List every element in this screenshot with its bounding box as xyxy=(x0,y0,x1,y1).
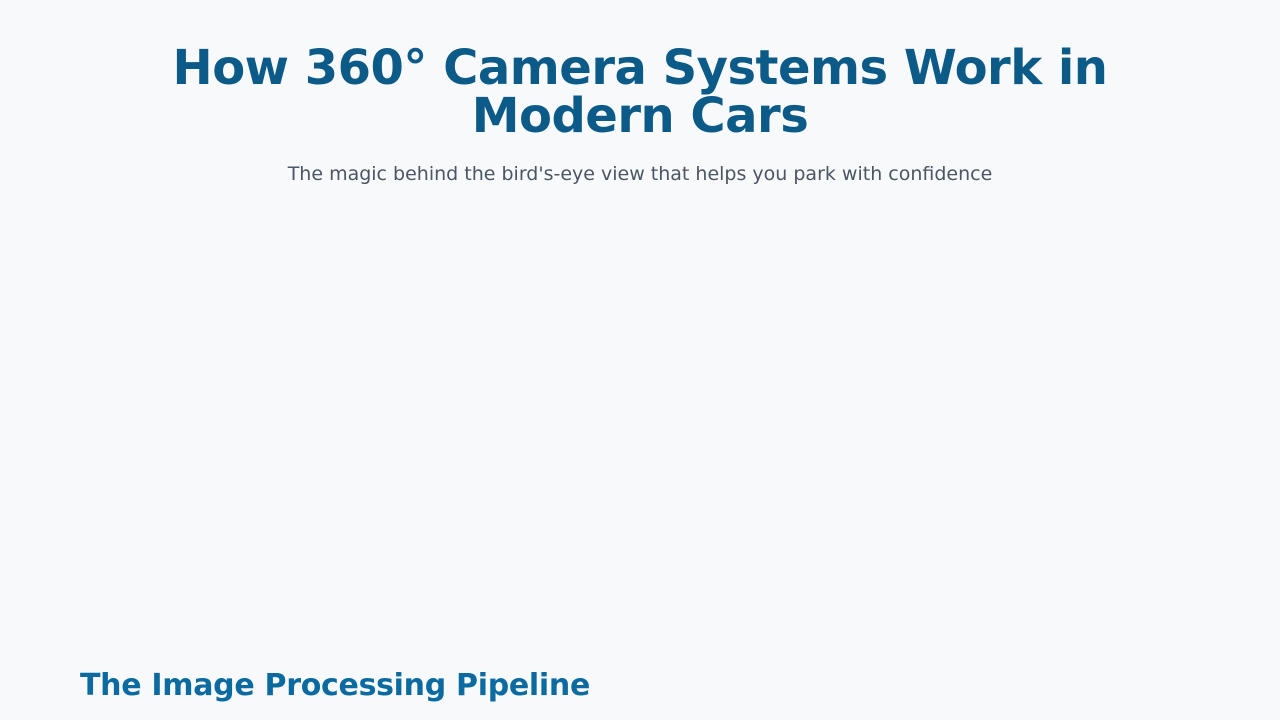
page-subtitle: The magic behind the bird's-eye view tha… xyxy=(287,163,993,185)
section-heading-image-processing-pipeline: The Image Processing Pipeline xyxy=(80,668,591,703)
hero-figure-placeholder xyxy=(80,215,1200,635)
page-title: How 360° Camera Systems Work in Modern C… xyxy=(172,40,1108,144)
